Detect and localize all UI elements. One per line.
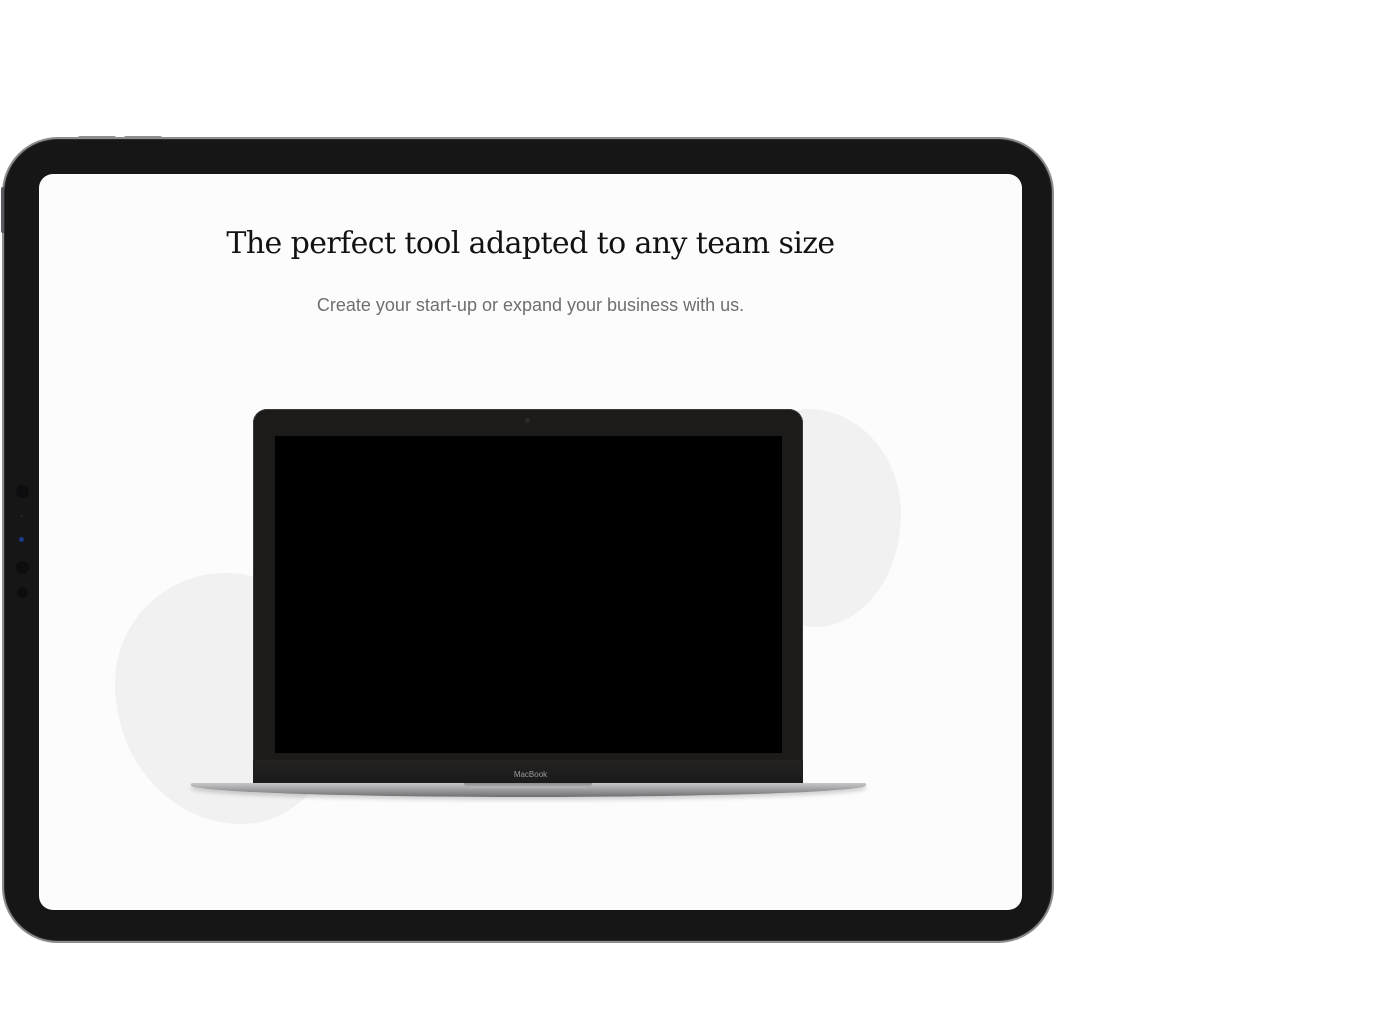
laptop-lid — [253, 409, 803, 786]
laptop-display — [275, 436, 782, 753]
hero-headline: The perfect tool adapted to any team siz… — [226, 226, 835, 261]
tablet-top-button — [124, 136, 162, 139]
page-stage: The perfect tool adapted to any team siz… — [0, 0, 1400, 1020]
tablet-side-button — [1, 187, 4, 233]
tablet-sensor — [16, 561, 29, 574]
tablet-camera-icon — [19, 537, 24, 542]
laptop-opening-notch — [464, 783, 592, 788]
tablet-sensor — [16, 485, 29, 498]
tablet-frame: The perfect tool adapted to any team siz… — [1, 136, 1054, 943]
laptop-camera-icon — [525, 418, 530, 423]
hero-subtitle: Create your start-up or expand your busi… — [316, 295, 745, 315]
laptop-brand-label: MacBook — [513, 770, 548, 779]
tablet-top-button — [78, 136, 116, 139]
tablet-sensor — [21, 515, 23, 517]
tablet-sensor — [17, 587, 28, 598]
tablet-screen: The perfect tool adapted to any team siz… — [39, 174, 1022, 910]
